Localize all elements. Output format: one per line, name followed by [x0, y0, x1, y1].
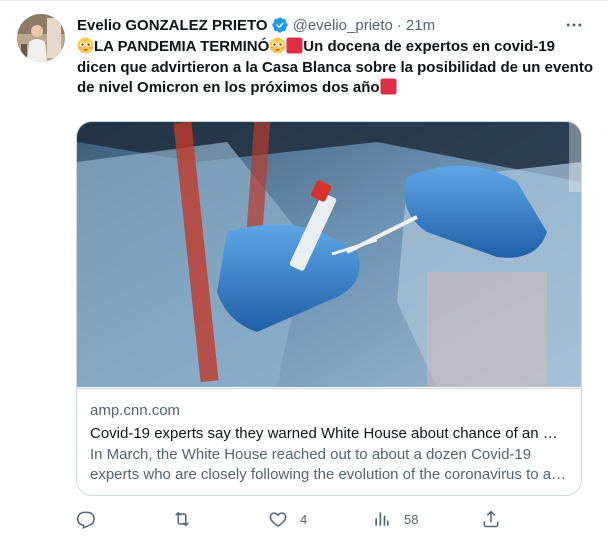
avatar[interactable]	[17, 14, 65, 62]
like-button[interactable]: 4	[268, 507, 307, 531]
tweet-header: Evelio GONZALEZ PRIETO @evelio_prieto · …	[77, 15, 588, 35]
verified-badge-icon	[271, 17, 288, 33]
red-square-emoji-icon	[286, 37, 303, 54]
reply-button[interactable]	[76, 507, 108, 531]
like-count: 4	[300, 511, 308, 527]
flushed-face-emoji-icon	[77, 37, 94, 54]
flushed-face-emoji-icon	[269, 37, 286, 54]
tweet-timestamp[interactable]: 21m	[406, 17, 435, 34]
like-icon	[269, 512, 287, 527]
link-card-body[interactable]: amp.cnn.com Covid-19 experts say they wa…	[77, 388, 581, 495]
share-icon	[483, 510, 499, 528]
link-card-title: Covid-19 experts say they warned White H…	[90, 425, 568, 442]
tweet[interactable]: Evelio GONZALEZ PRIETO @evelio_prieto · …	[0, 0, 608, 544]
retweet-icon	[175, 512, 189, 526]
retweet-button[interactable]	[172, 507, 204, 531]
author-handle[interactable]: @evelio_prieto	[293, 17, 393, 34]
separator-dot: ·	[396, 16, 402, 34]
tweet-text: LA PANDEMIA TERMINÓ Un docena de experto…	[77, 37, 597, 99]
author-name[interactable]: Evelio GONZALEZ PRIETO	[77, 17, 268, 34]
link-card-description: In March, the White House reached out to…	[90, 446, 567, 483]
more-options-icon[interactable]	[564, 15, 584, 35]
red-square-emoji-icon	[380, 78, 397, 95]
reply-icon	[76, 511, 95, 529]
views-icon	[375, 512, 389, 526]
views-button[interactable]: 58	[372, 507, 418, 531]
covid-test-swab-photo[interactable]	[77, 122, 581, 387]
avatar-image	[17, 14, 65, 62]
views-count: 58	[404, 511, 419, 527]
link-card[interactable]: amp.cnn.com Covid-19 experts say they wa…	[76, 121, 582, 496]
share-button[interactable]	[481, 507, 501, 531]
link-card-domain: amp.cnn.com	[90, 402, 181, 419]
tweet-text-part1: LA PANDEMIA TERMINÓ	[94, 38, 270, 55]
tweet-actions: 4 58	[76, 507, 516, 531]
